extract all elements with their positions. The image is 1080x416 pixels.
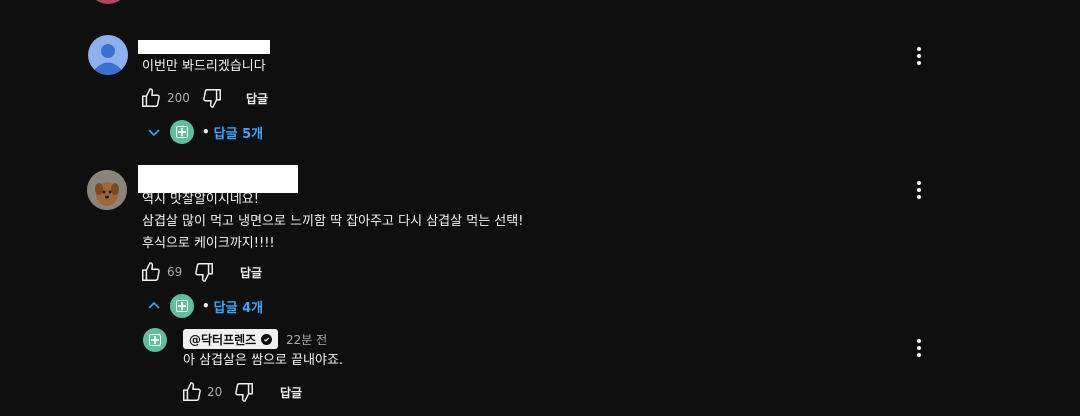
- reply-text: 아 삼겹살은 쌈으로 끝내야죠.: [183, 353, 344, 368]
- verified-icon: [261, 333, 273, 345]
- more-actions-button[interactable]: [909, 178, 929, 202]
- commenter-avatar[interactable]: [87, 170, 127, 210]
- like-button[interactable]: [140, 261, 162, 283]
- more-actions-button[interactable]: [909, 44, 929, 68]
- dislike-button[interactable]: [233, 381, 255, 403]
- replies-count-label: 답글 5개: [213, 126, 264, 142]
- bullet-separator: •: [202, 299, 210, 313]
- like-count: 69: [167, 265, 183, 279]
- dislike-button[interactable]: [201, 87, 223, 109]
- reply-button[interactable]: 답글: [246, 90, 268, 107]
- thumbs-down-icon: [195, 263, 213, 282]
- thumbs-up-icon: [183, 382, 201, 401]
- chevron-down-icon: [148, 129, 160, 137]
- redacted-author-name[interactable]: [138, 40, 270, 54]
- like-button[interactable]: [181, 381, 203, 403]
- thumbs-down-icon: [235, 383, 253, 402]
- previous-comment-avatar[interactable]: [88, 0, 128, 4]
- dislike-button[interactable]: [193, 261, 215, 283]
- replies-count-label: 답글 4개: [213, 300, 264, 316]
- dog-photo-avatar: [87, 170, 127, 210]
- hide-replies-toggle[interactable]: • 답글 4개: [146, 294, 263, 318]
- more-actions-button[interactable]: [909, 336, 929, 360]
- chevron-up-icon: [148, 301, 160, 309]
- author-chip[interactable]: @닥터프렌즈: [183, 329, 279, 349]
- view-replies-toggle[interactable]: • 답글 5개: [146, 120, 263, 144]
- like-count: 20: [207, 385, 223, 399]
- commenter-avatar[interactable]: [88, 35, 128, 75]
- creator-avatar: [170, 120, 194, 144]
- reply-author-avatar[interactable]: [143, 328, 167, 352]
- bullet-separator: •: [202, 125, 210, 139]
- comment-text: 역시 맛잘알이시네요! 삼겹살 많이 먹고 냉면으로 느끼함 딱 잡아주고 다시…: [142, 192, 524, 251]
- reply-button[interactable]: 답글: [280, 384, 302, 401]
- creator-avatar: [170, 294, 194, 318]
- comment-text: 이번만 봐드리겠습니다: [142, 59, 266, 74]
- thumbs-up-icon: [142, 88, 160, 107]
- thumbs-down-icon: [203, 89, 221, 108]
- default-profile-icon: [95, 44, 121, 75]
- like-count: 200: [167, 91, 190, 105]
- reply-timestamp[interactable]: 22분 전: [286, 331, 327, 348]
- reply-button[interactable]: 답글: [240, 264, 262, 281]
- like-button[interactable]: [140, 87, 162, 109]
- reply-author-name: @닥터프렌즈: [189, 332, 257, 347]
- thumbs-up-icon: [142, 262, 160, 281]
- redaction-inner: [138, 165, 142, 187]
